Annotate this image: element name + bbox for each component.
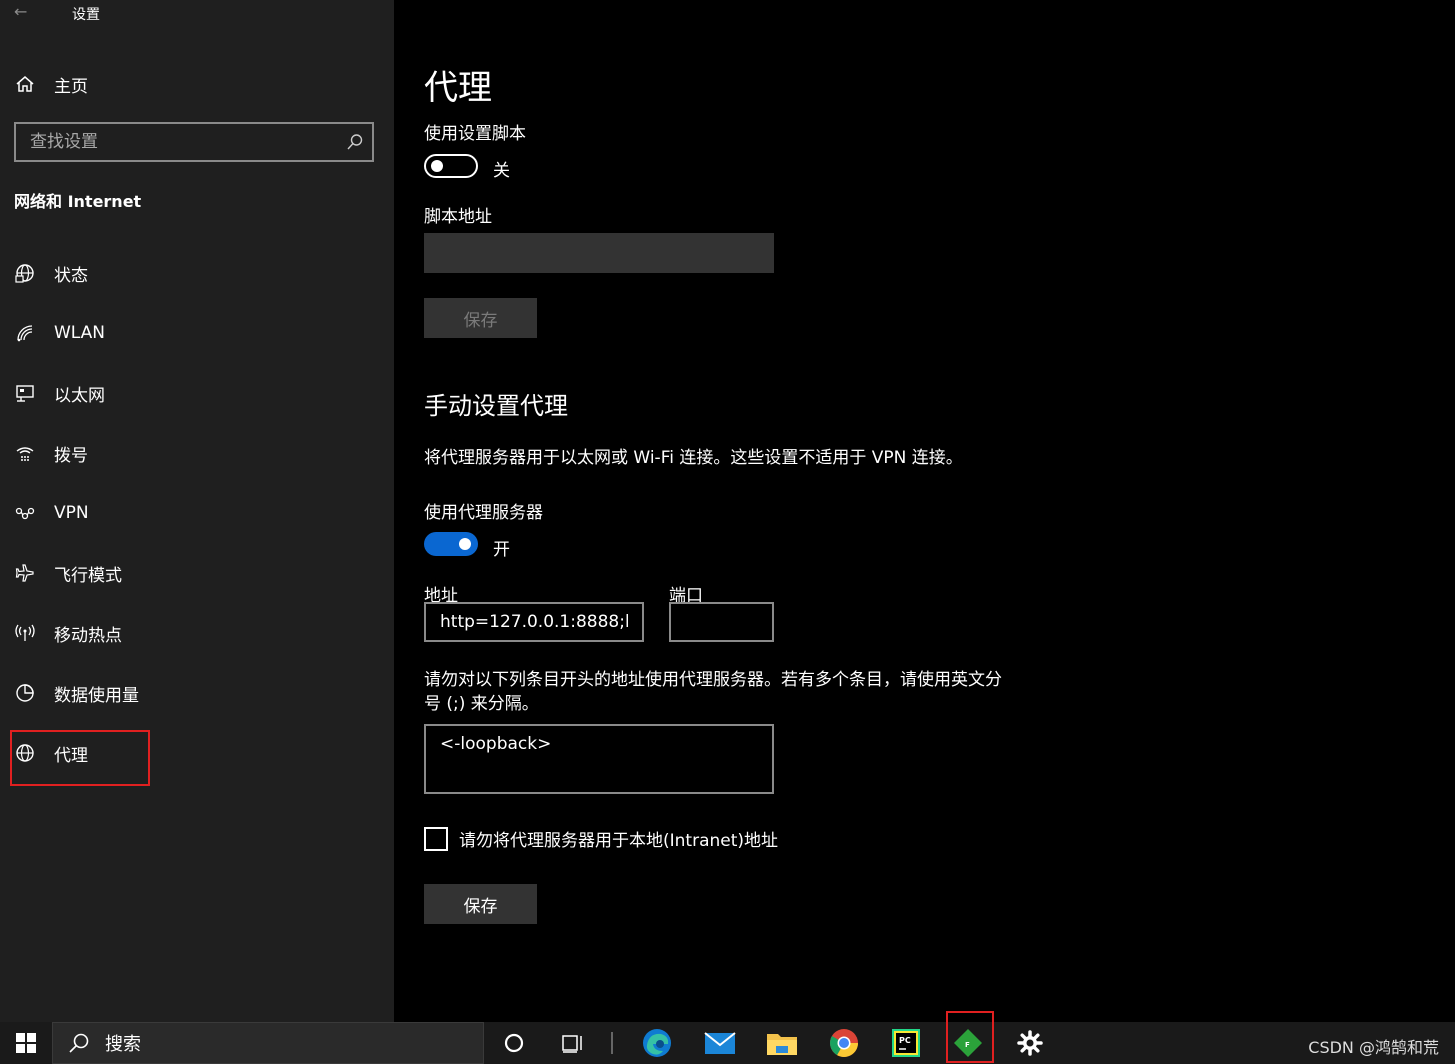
script-address-input[interactable] xyxy=(424,233,774,273)
sidebar-item-dialup[interactable]: 拨号 xyxy=(14,433,384,473)
toggle-knob xyxy=(431,160,443,172)
title-bar: ← 设置 xyxy=(0,0,394,26)
sidebar-item-label: WLAN xyxy=(54,323,106,343)
edge-browser-icon[interactable] xyxy=(641,1027,673,1059)
sidebar-item-ethernet[interactable]: 以太网 xyxy=(14,373,384,413)
toggle-knob xyxy=(459,538,471,550)
airplane-icon xyxy=(14,562,36,584)
home-icon xyxy=(14,73,36,95)
window-title: 设置 xyxy=(72,7,100,23)
taskbar-divider xyxy=(611,1032,613,1054)
sidebar-item-airplane-mode[interactable]: 飞行模式 xyxy=(14,553,384,593)
use-script-state: 关 xyxy=(493,161,510,181)
bypass-local-label: 请勿将代理服务器用于本地(Intranet)地址 xyxy=(459,831,779,851)
sidebar-item-label: 飞行模式 xyxy=(54,565,122,586)
proxy-port-input[interactable] xyxy=(669,602,774,642)
proxy-address-input[interactable] xyxy=(424,602,644,642)
use-script-toggle[interactable] xyxy=(424,154,478,178)
hotspot-icon xyxy=(14,622,36,644)
exceptions-textarea[interactable]: <-loopback> xyxy=(424,724,774,794)
script-address-label: 脚本地址 xyxy=(424,207,492,227)
search-icon[interactable] xyxy=(346,133,364,151)
manual-proxy-description: 将代理服务器用于以太网或 Wi-Fi 连接。这些设置不适用于 VPN 连接。 xyxy=(424,448,963,468)
taskbar-search-placeholder: 搜索 xyxy=(105,1034,141,1055)
sidebar-item-status[interactable]: 状态 xyxy=(14,253,384,293)
sidebar-item-label: VPN xyxy=(54,503,89,523)
save-script-button[interactable]: 保存 xyxy=(424,298,537,338)
save-proxy-button[interactable]: 保存 xyxy=(424,884,537,924)
use-proxy-label: 使用代理服务器 xyxy=(424,503,543,523)
windows-logo-icon xyxy=(16,1033,36,1053)
use-proxy-state: 开 xyxy=(493,540,510,560)
taskbar-search-box[interactable]: 搜索 xyxy=(52,1022,484,1064)
sidebar-item-label: 移动热点 xyxy=(54,625,122,646)
proxy-settings-pane: 代理 使用设置脚本 关 脚本地址 保存 手动设置代理 将代理服务器用于以太网或 … xyxy=(394,0,1455,1022)
cortana-icon[interactable] xyxy=(498,1027,530,1059)
section-heading: 网络和 Internet xyxy=(14,192,142,211)
sidebar-item-data-usage[interactable]: 数据使用量 xyxy=(14,673,384,713)
chrome-browser-icon[interactable] xyxy=(828,1027,860,1059)
settings-gear-icon[interactable] xyxy=(1014,1027,1046,1059)
sidebar: ← 设置 主页 网络和 Internet 状态 WLAN 以太网 xyxy=(0,0,394,1022)
bypass-local-checkbox[interactable] xyxy=(424,826,448,851)
svg-text:PC: PC xyxy=(899,1036,911,1045)
sidebar-item-vpn[interactable]: VPN xyxy=(14,493,384,533)
ethernet-icon xyxy=(14,382,36,404)
sidebar-item-label: 状态 xyxy=(54,265,88,286)
search-icon xyxy=(67,1031,91,1055)
settings-search-box[interactable] xyxy=(14,122,374,162)
data-usage-icon xyxy=(14,682,36,704)
use-proxy-toggle[interactable] xyxy=(424,532,478,556)
selected-item-outline xyxy=(10,730,150,786)
bypass-local-row[interactable]: 请勿将代理服务器用于本地(Intranet)地址 xyxy=(424,826,778,851)
home-label: 主页 xyxy=(54,76,88,97)
pycharm-icon[interactable]: PC xyxy=(890,1027,922,1059)
dialup-icon xyxy=(14,442,36,464)
mail-icon[interactable] xyxy=(704,1027,736,1059)
sidebar-item-label: 拨号 xyxy=(54,445,88,466)
exceptions-description: 请勿对以下列条目开头的地址使用代理服务器。若有多个条目，请使用英文分号 (;) … xyxy=(424,670,1002,714)
vpn-icon xyxy=(14,502,36,524)
back-arrow-icon[interactable]: ← xyxy=(14,2,27,21)
wifi-icon xyxy=(14,322,36,344)
home-nav-item[interactable]: 主页 xyxy=(14,70,88,98)
task-view-icon[interactable] xyxy=(557,1027,589,1059)
sidebar-item-label: 以太网 xyxy=(54,385,105,406)
sidebar-item-label: 数据使用量 xyxy=(54,685,139,706)
start-button[interactable] xyxy=(0,1022,52,1064)
globe-status-icon xyxy=(14,262,36,284)
taskbar-item-highlight-outline xyxy=(946,1011,994,1063)
page-title: 代理 xyxy=(424,68,492,108)
taskbar: 搜索 PC F CSDN @鸿鹄和荒 xyxy=(0,1022,1455,1064)
manual-proxy-heading: 手动设置代理 xyxy=(424,392,568,420)
sidebar-item-mobile-hotspot[interactable]: 移动热点 xyxy=(14,613,384,653)
file-explorer-icon[interactable] xyxy=(766,1027,798,1059)
csdn-watermark: CSDN @鸿鹄和荒 xyxy=(1308,1038,1439,1057)
settings-search-input[interactable] xyxy=(16,124,336,160)
use-script-label: 使用设置脚本 xyxy=(424,124,526,144)
sidebar-item-wlan[interactable]: WLAN xyxy=(14,313,384,353)
